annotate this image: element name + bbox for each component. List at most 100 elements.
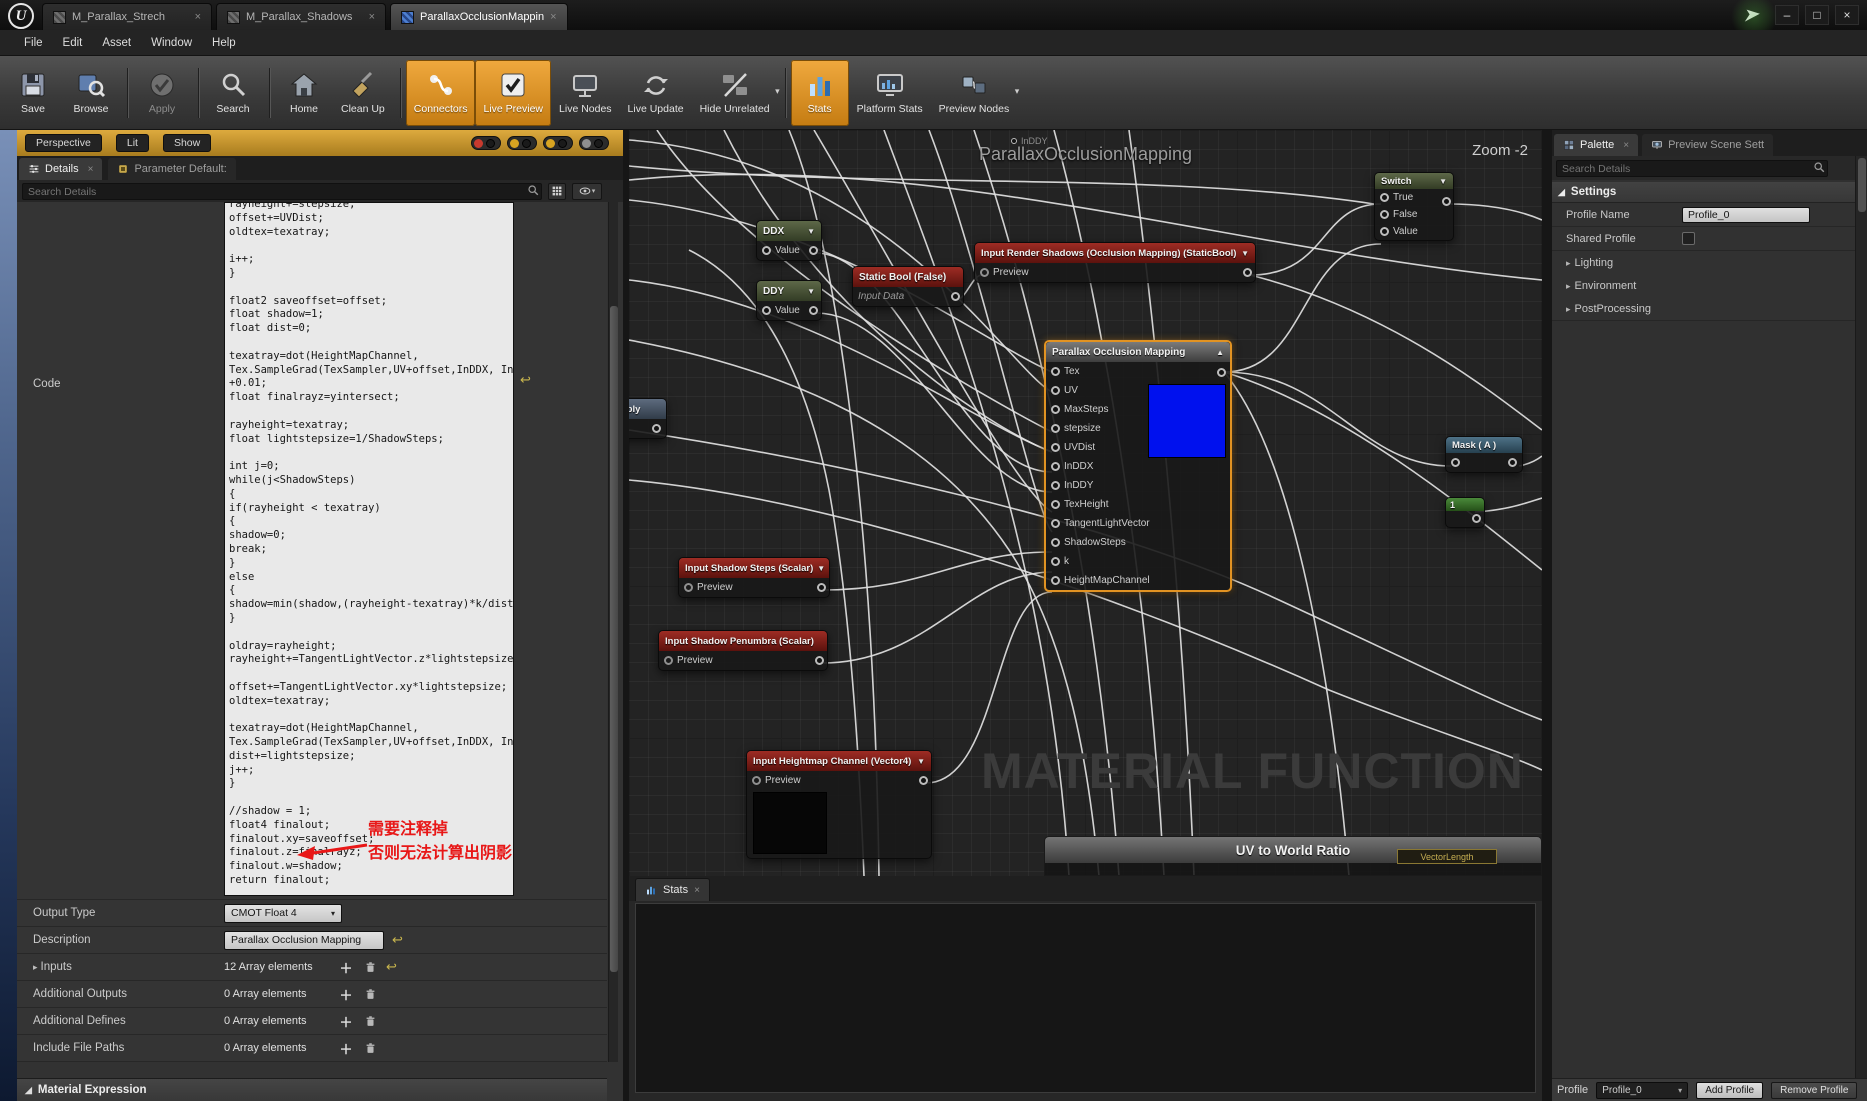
input-pin[interactable] — [1051, 557, 1060, 566]
delete-elements-button[interactable] — [362, 1040, 378, 1056]
scrollbar-thumb[interactable] — [1858, 158, 1866, 212]
maximize-icon[interactable]: □ — [1805, 5, 1829, 25]
delete-elements-button[interactable] — [362, 959, 378, 975]
chevron-down-icon[interactable]: ▼ — [1241, 249, 1249, 258]
material-expression-section-header[interactable]: ◢ Material Expression — [17, 1078, 607, 1101]
toolbar-button[interactable]: Apply — [133, 60, 199, 126]
collapsed-section-row[interactable]: ▸ Environment — [1552, 274, 1855, 298]
toolbar-button[interactable]: Hide Unrelated — [692, 60, 786, 126]
toolbar-button[interactable]: Live Nodes — [551, 60, 620, 126]
menu-item[interactable]: Asset — [92, 33, 141, 53]
preview-pin[interactable] — [752, 776, 761, 785]
input-pin[interactable] — [1051, 576, 1060, 585]
chevron-down-icon[interactable]: ▼ — [807, 227, 815, 236]
search-details-input[interactable] — [1556, 160, 1828, 178]
tab-palette[interactable]: Palette × — [1554, 134, 1639, 156]
asset-tab[interactable]: M_Parallax_Strech × — [42, 3, 212, 30]
profile-name-input[interactable]: Profile_0 — [1682, 206, 1810, 223]
toolbar-button[interactable]: Stats — [790, 59, 849, 126]
toolbar-button[interactable]: Platform Stats — [849, 60, 931, 126]
chevron-down-icon[interactable]: ▼ — [807, 287, 815, 296]
shared-profile-checkbox[interactable] — [1682, 232, 1695, 245]
toolbar-button[interactable]: Home — [275, 60, 333, 126]
hlsl-code-text[interactable]: rayheight+=stepsize; offset+=UVDist; old… — [225, 203, 513, 890]
node-pin-row[interactable]: k — [1046, 552, 1230, 571]
output-pin[interactable] — [951, 292, 960, 301]
node-pin-row[interactable]: Value — [1375, 223, 1453, 240]
chevron-down-icon[interactable]: ▼ — [817, 564, 825, 573]
toolbar-button[interactable]: Clean Up — [333, 60, 401, 126]
expander-icon[interactable]: ▸ — [1566, 304, 1571, 314]
expander-icon[interactable]: ▸ — [1566, 258, 1571, 268]
node-pin-row[interactable]: HeightMapChannel — [1046, 571, 1230, 590]
toggle-capsule[interactable] — [507, 136, 537, 150]
toggle-capsule[interactable] — [579, 136, 609, 150]
input-pin[interactable] — [1380, 227, 1389, 236]
add-element-button[interactable]: ＋ — [338, 986, 354, 1003]
add-element-button[interactable]: ＋ — [338, 1013, 354, 1030]
menu-item[interactable]: Help — [202, 33, 246, 53]
settings-section-header[interactable]: ◢ Settings — [1552, 182, 1855, 203]
close-icon[interactable]: × — [1623, 140, 1629, 151]
close-icon[interactable]: × — [88, 164, 94, 175]
expander-icon[interactable]: ▸ — [1566, 281, 1571, 291]
add-element-button[interactable]: ＋ — [338, 959, 354, 976]
input-pin[interactable] — [1051, 405, 1060, 414]
node-pin-row[interactable]: InDDX — [1046, 457, 1230, 476]
tab-preview-scene-settings[interactable]: Preview Scene Sett — [1642, 134, 1774, 156]
output-pin[interactable] — [1217, 368, 1226, 377]
close-icon[interactable]: × — [1835, 5, 1859, 25]
viewport-mode-button[interactable]: Perspective — [25, 134, 102, 152]
node-vector-length[interactable]: VectorLength — [1397, 849, 1497, 864]
toolbar-button[interactable]: Live Preview — [475, 59, 552, 126]
output-pin[interactable] — [652, 424, 661, 433]
output-pin[interactable] — [1472, 514, 1481, 523]
collapsed-section-row[interactable]: ▸ Lighting — [1552, 251, 1855, 275]
chevron-down-icon[interactable]: ▼ — [917, 757, 925, 766]
toggle-capsule[interactable] — [471, 136, 501, 150]
input-pin[interactable] — [1051, 424, 1060, 433]
code-editor-box[interactable]: rayheight+=stepsize; offset+=UVDist; old… — [224, 202, 514, 896]
node-input-heightmap-channel[interactable]: Input Heightmap Channel (Vector4) ▼ Previ… — [746, 750, 932, 859]
asset-tab[interactable]: ParallaxOcclusionMappin × — [390, 3, 568, 30]
input-pin[interactable] — [762, 306, 771, 315]
viewport-mode-button[interactable]: Lit — [115, 134, 149, 152]
output-pin[interactable] — [1442, 197, 1451, 206]
input-pin[interactable] — [1051, 443, 1060, 452]
input-pin[interactable] — [1051, 519, 1060, 528]
remove-profile-button[interactable]: Remove Profile — [1771, 1081, 1858, 1099]
close-icon[interactable]: × — [369, 11, 375, 23]
input-pin[interactable] — [1051, 386, 1060, 395]
input-pin[interactable] — [1051, 538, 1060, 547]
menu-item[interactable]: Edit — [53, 33, 93, 53]
node-parallax-occlusion-mapping[interactable]: Parallax Occlusion Mapping ▲ Tex UV MaxS… — [1044, 340, 1232, 592]
toggle-capsule[interactable] — [543, 136, 573, 150]
node-multiply-partial[interactable]: iply — [629, 398, 667, 439]
input-pin[interactable] — [1051, 481, 1060, 490]
menu-item[interactable]: Window — [141, 33, 202, 53]
details-scrollbar[interactable] — [608, 202, 618, 1062]
collapsed-section-row[interactable]: ▸ PostProcessing — [1552, 297, 1855, 321]
input-pin[interactable] — [1051, 462, 1060, 471]
viewport-mode-button[interactable]: Show — [162, 134, 212, 152]
close-icon[interactable]: × — [694, 885, 700, 896]
menu-item[interactable]: File — [14, 33, 53, 53]
input-pin[interactable] — [1451, 458, 1460, 467]
close-icon[interactable]: × — [195, 11, 201, 23]
node-ddx[interactable]: DDX ▼ Value — [756, 220, 822, 261]
node-ddy[interactable]: DDY ▼ Value — [756, 280, 822, 321]
delete-elements-button[interactable] — [362, 986, 378, 1002]
toolbar-button[interactable]: Browse — [62, 60, 128, 126]
node-pin-row[interactable]: Tex — [1046, 362, 1230, 381]
output-pin[interactable] — [1243, 268, 1252, 277]
node-static-bool[interactable]: Static Bool (False) Input Data — [852, 266, 964, 307]
input-pin[interactable] — [1380, 193, 1389, 202]
add-element-button[interactable]: ＋ — [338, 1040, 354, 1057]
minimize-icon[interactable]: – — [1775, 5, 1799, 25]
description-textbox[interactable]: Parallax Occlusion Mapping — [224, 930, 384, 950]
toolbar-button[interactable]: Preview Nodes — [931, 60, 1019, 126]
scrollbar-thumb[interactable] — [610, 306, 618, 972]
node-switch[interactable]: Switch ▼ True False Value — [1374, 172, 1454, 241]
output-pin[interactable] — [815, 656, 824, 665]
node-pin-row[interactable]: True — [1375, 189, 1453, 206]
